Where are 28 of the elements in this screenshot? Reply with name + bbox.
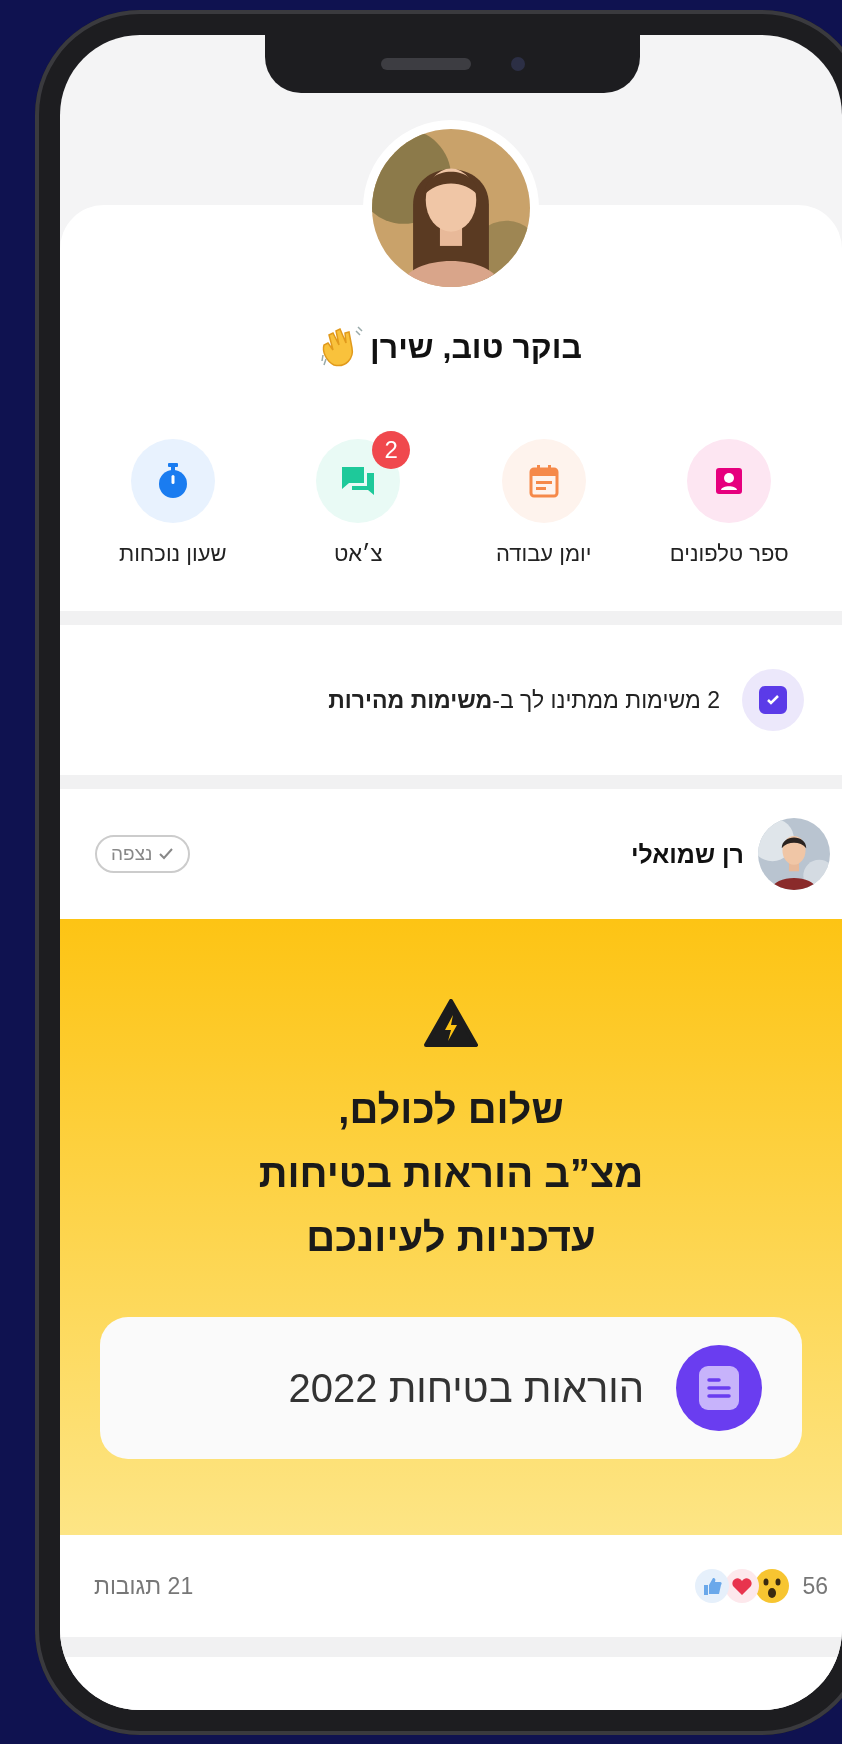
seen-tag: נצפה (95, 835, 191, 873)
notification-badge: 2 (372, 431, 411, 469)
quick-action-label: ספר טלפונים (669, 541, 789, 567)
quick-action-label: צ׳אט (333, 541, 383, 567)
quick-action-label: יומן עבודה (496, 541, 592, 567)
quick-action[interactable]: יומן עבודה (458, 427, 629, 567)
contact-card-icon (714, 466, 745, 496)
surprised-emoji-icon (754, 1568, 791, 1604)
chat-bubbles-icon (340, 464, 377, 498)
quick-action[interactable]: ספר טלפונים (644, 427, 815, 567)
waving-hand-icon (320, 325, 365, 369)
tasks-banner[interactable]: 2 משימות ממתינו לך ב-משימות מהירות (60, 625, 842, 775)
author-name: רן שמואלי (629, 839, 744, 869)
warning-icon (424, 999, 478, 1047)
quick-action-label: שעון נוכחות (118, 541, 227, 567)
calendar-icon (527, 464, 560, 498)
attachment-card[interactable]: הוראות בטיחות 2022 (100, 1317, 802, 1459)
announcement-headline: שלום לכולם, מצ”ב הוראות בטיחות עדכניות לעיונכם (258, 1086, 644, 1261)
quick-action[interactable]: שעון נוכחות (87, 427, 258, 567)
task-checkbox[interactable] (759, 686, 787, 714)
reactions-count: 56 (802, 1572, 828, 1600)
comments-count[interactable]: 21 תגובות (94, 1572, 194, 1600)
stopwatch-icon (156, 463, 189, 499)
check-icon (158, 847, 175, 861)
tasks-message: 2 משימות ממתינו לך ב-משימות מהירות (328, 686, 720, 714)
greeting: בוקר טוב, שירן (370, 328, 582, 366)
thumbs-up-icon (694, 1568, 731, 1604)
attachment-title: הוראות בטיחות 2022 (288, 1365, 644, 1411)
